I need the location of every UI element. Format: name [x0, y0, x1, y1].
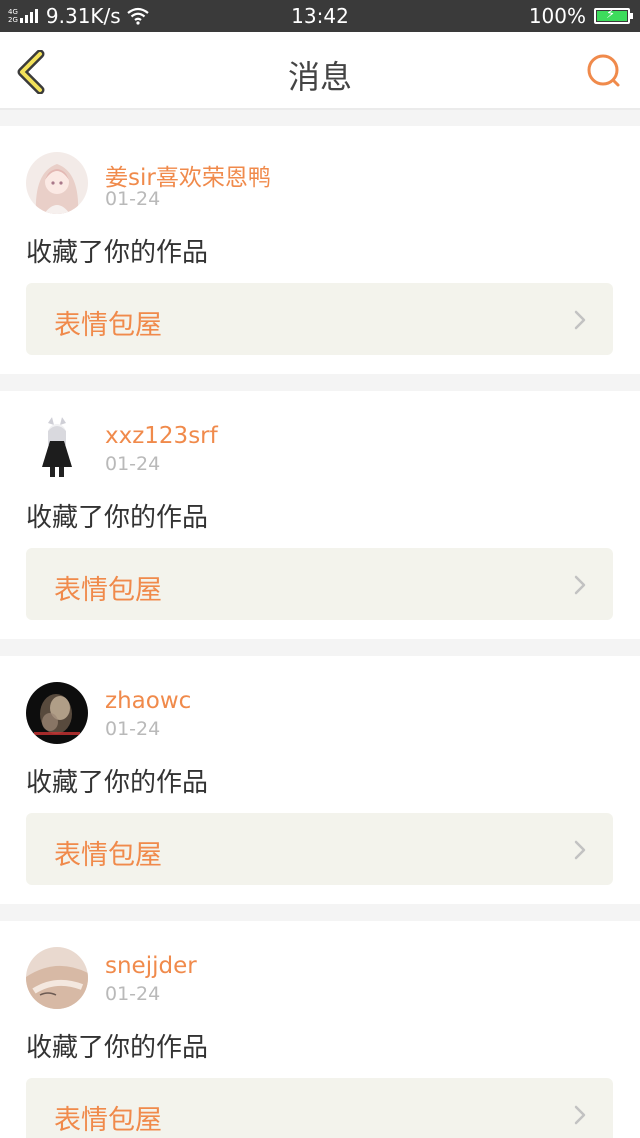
username[interactable]: xxz123srf — [105, 423, 218, 449]
username[interactable]: 姜sir喜欢荣恩鸭 — [105, 158, 271, 192]
work-title: 表情包屋 — [54, 840, 162, 871]
message-text: 收藏了你的作品 — [26, 503, 209, 533]
chevron-right-icon — [574, 575, 586, 595]
message-card: 姜sir喜欢荣恩鸭 01-24 收藏了你的作品 表情包屋 — [0, 126, 640, 374]
status-bar: 4G 2G 9.31K/s 13:42 100% ⚡ — [0, 0, 640, 32]
username[interactable]: zhaowc — [105, 688, 191, 714]
work-link[interactable]: 表情包屋 — [26, 1078, 613, 1138]
avatar[interactable] — [26, 152, 88, 214]
page-title: 消息 — [287, 58, 352, 96]
message-list: 姜sir喜欢荣恩鸭 01-24 收藏了你的作品 表情包屋 xxz123srf 0… — [0, 126, 640, 1138]
battery-percent: 100% — [528, 4, 586, 28]
work-title: 表情包屋 — [54, 1105, 162, 1136]
chevron-right-icon — [574, 840, 586, 860]
search-button[interactable] — [584, 52, 624, 92]
chevron-right-icon — [574, 1105, 586, 1125]
work-title: 表情包屋 — [54, 575, 162, 606]
message-text: 收藏了你的作品 — [26, 1033, 209, 1063]
message-date: 01-24 — [105, 188, 161, 210]
username[interactable]: snejjder — [105, 953, 197, 979]
work-link[interactable]: 表情包屋 — [26, 813, 613, 885]
battery-icon: ⚡ — [594, 7, 633, 24]
work-link[interactable]: 表情包屋 — [26, 283, 613, 355]
message-date: 01-24 — [105, 453, 161, 475]
search-icon — [587, 54, 620, 87]
charging-icon: ⚡ — [606, 7, 616, 22]
avatar[interactable] — [26, 682, 88, 744]
message-date: 01-24 — [105, 718, 161, 740]
chevron-right-icon — [574, 310, 586, 330]
message-card: zhaowc 01-24 收藏了你的作品 表情包屋 — [0, 656, 640, 904]
message-card: xxz123srf 01-24 收藏了你的作品 表情包屋 — [0, 391, 640, 639]
avatar[interactable] — [26, 417, 88, 479]
message-date: 01-24 — [105, 983, 161, 1005]
nav-bar: 消息 — [0, 32, 640, 110]
work-title: 表情包屋 — [54, 310, 162, 341]
work-link[interactable]: 表情包屋 — [26, 548, 613, 620]
avatar[interactable] — [26, 947, 88, 1009]
message-text: 收藏了你的作品 — [26, 768, 209, 798]
message-card: snejjder 01-24 收藏了你的作品 表情包屋 — [0, 921, 640, 1138]
status-right: 100% ⚡ — [528, 4, 633, 28]
message-text: 收藏了你的作品 — [26, 238, 209, 268]
